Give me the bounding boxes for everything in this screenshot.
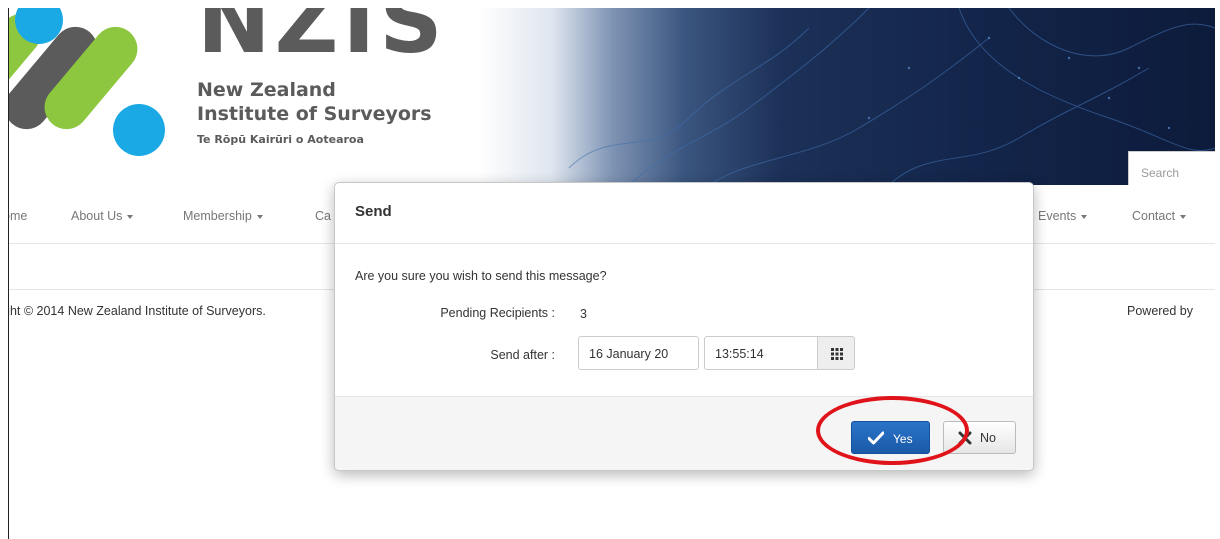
footer-powered-by: Powered by: [1127, 304, 1194, 318]
dialog-footer: Yes No: [335, 396, 1033, 470]
pending-recipients-value: 3: [580, 307, 587, 321]
nav-item-label: Contact: [1132, 209, 1176, 223]
dialog-body: Are you sure you wish to send this messa…: [335, 244, 1033, 396]
caret-down-icon: [1081, 214, 1088, 219]
nav-item-home[interactable]: ome: [9, 209, 27, 223]
caret-down-icon: [1180, 214, 1187, 219]
caret-down-icon: [127, 214, 134, 219]
map-contour-decoration: [568, 8, 1215, 185]
calendar-picker-button[interactable]: [817, 336, 855, 370]
yes-button-label: Yes: [893, 432, 913, 446]
yes-button[interactable]: Yes: [851, 421, 930, 454]
send-after-date-input[interactable]: 16 January 20: [578, 336, 699, 370]
confirm-question: Are you sure you wish to send this messa…: [355, 269, 607, 283]
nav-item-label: About Us: [71, 209, 123, 223]
nav-item-events[interactable]: Events: [1038, 209, 1088, 223]
nav-item-membership[interactable]: Membership: [183, 209, 263, 223]
search-box[interactable]: [1128, 151, 1215, 185]
nav-item-label: Ca: [315, 209, 331, 223]
nav-item-partial[interactable]: Ca: [315, 209, 331, 223]
send-after-label: Send after :: [490, 348, 555, 362]
send-after-time-input[interactable]: 13:55:14: [704, 336, 818, 370]
no-button[interactable]: No: [943, 421, 1016, 454]
org-name-line2: Institute of Surveyors: [197, 103, 432, 125]
dialog-header: Send: [335, 183, 1033, 244]
nav-item-about-us[interactable]: About Us: [71, 209, 134, 223]
no-button-label: No: [980, 431, 996, 445]
calendar-grid-icon: [831, 348, 843, 360]
checkmark-icon: [868, 431, 884, 445]
site-logo-text: NZIS: [197, 8, 447, 73]
nzis-logo-icon: [9, 8, 165, 156]
dialog-title: Send: [355, 203, 392, 220]
nav-item-contact[interactable]: Contact: [1132, 209, 1187, 223]
nav-item-label: Membership: [183, 209, 252, 223]
search-input[interactable]: [1129, 152, 1215, 185]
send-confirm-dialog: Send Are you sure you wish to send this …: [334, 182, 1034, 471]
footer-copyright: ght © 2014 New Zealand Institute of Surv…: [8, 304, 266, 318]
org-name-maori: Te Rōpū Kairūri o Aotearoa: [197, 133, 364, 146]
pending-recipients-label: Pending Recipients :: [440, 306, 555, 320]
nav-item-label: Events: [1038, 209, 1077, 223]
org-name-line1: New Zealand: [197, 79, 336, 101]
caret-down-icon: [256, 214, 263, 219]
close-x-icon: [958, 431, 972, 445]
site-header-banner: NZIS New Zealand Institute of Surveyors …: [9, 8, 1215, 185]
